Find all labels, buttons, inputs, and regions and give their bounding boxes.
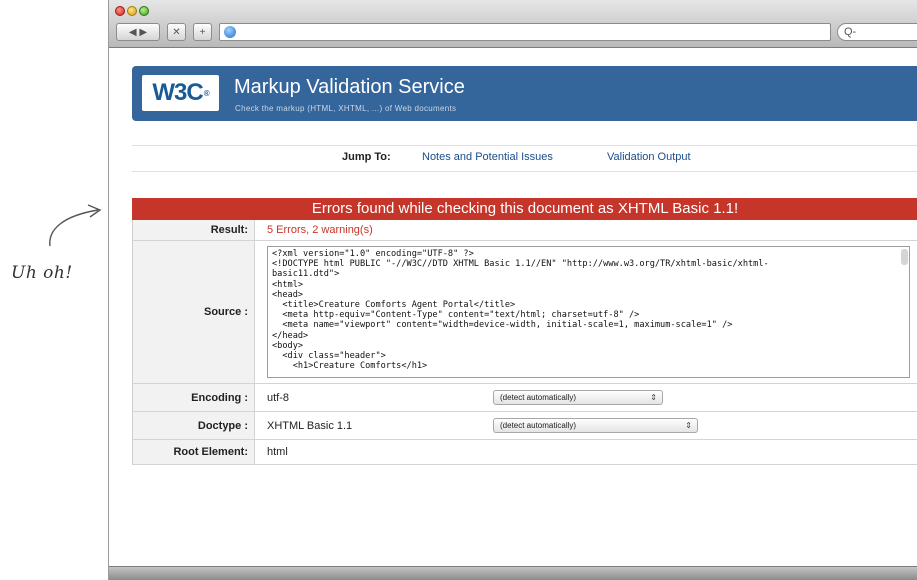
annotation-text: Uh oh! — [11, 263, 73, 283]
result-row: Result: 5 Errors, 2 warning(s) — [133, 220, 917, 241]
globe-icon — [224, 26, 236, 38]
doctype-label: Doctype : — [133, 412, 255, 439]
stop-button[interactable]: ✕ — [167, 23, 186, 41]
divider — [132, 145, 917, 146]
results-table: Result: 5 Errors, 2 warning(s) Source : … — [132, 220, 917, 465]
result-label: Result: — [133, 220, 255, 240]
divider — [132, 171, 917, 172]
zoom-window-button[interactable] — [139, 6, 149, 16]
service-subtitle: Check the markup (HTML, XHTML, ...) of W… — [235, 104, 457, 113]
minimize-window-button[interactable] — [127, 6, 137, 16]
encoding-value: utf-8 — [267, 392, 290, 404]
w3c-logo[interactable]: W3C ® — [142, 75, 219, 111]
source-code: <?xml version="1.0" encoding="UTF-8" ?> … — [272, 249, 769, 372]
service-title[interactable]: Markup Validation Service — [234, 76, 465, 99]
search-input[interactable]: Q- — [837, 23, 917, 41]
validator-header: W3C ® Markup Validation Service Check the… — [132, 66, 917, 121]
encoding-select-value: (detect automatically) — [500, 393, 577, 402]
error-banner: Errors found while checking this documen… — [132, 198, 917, 220]
result-value: 5 Errors, 2 warning(s) — [267, 224, 373, 236]
source-textarea[interactable]: <?xml version="1.0" encoding="UTF-8" ?> … — [267, 246, 910, 378]
browser-window: ◀ ▶ ✕ + Q- W3C ® Markup Validation Servic… — [108, 0, 917, 580]
jump-link-validation-output[interactable]: Validation Output — [607, 151, 691, 163]
annotation-arrow-icon — [49, 204, 102, 247]
address-bar[interactable] — [219, 23, 831, 41]
chevron-updown-icon: ⇕ — [685, 421, 692, 430]
encoding-select[interactable]: (detect automatically) ⇕ — [493, 390, 663, 405]
root-element-value: html — [267, 446, 288, 458]
encoding-row: Encoding : utf-8 (detect automatically) … — [133, 384, 917, 412]
chevron-updown-icon: ⇕ — [650, 393, 657, 402]
root-element-label: Root Element: — [133, 440, 255, 464]
close-window-button[interactable] — [115, 6, 125, 16]
source-row: Source : <?xml version="1.0" encoding="U… — [133, 241, 917, 384]
doctype-row: Doctype : XHTML Basic 1.1 (detect automa… — [133, 412, 917, 440]
doctype-value: XHTML Basic 1.1 — [267, 420, 353, 432]
doctype-select-value: (detect automatically) — [500, 421, 577, 430]
doctype-select[interactable]: (detect automatically) ⇕ — [493, 418, 698, 433]
w3c-logo-text: W3C — [152, 79, 203, 106]
status-bar — [109, 566, 917, 580]
source-scrollbar[interactable] — [901, 249, 908, 265]
add-bookmark-button[interactable]: + — [193, 23, 212, 41]
jump-link-notes[interactable]: Notes and Potential Issues — [422, 151, 553, 163]
encoding-label: Encoding : — [133, 384, 255, 411]
root-element-row: Root Element: html — [133, 440, 917, 465]
back-forward-button[interactable]: ◀ ▶ — [116, 23, 160, 41]
w3c-logo-mark: ® — [203, 88, 210, 98]
title-bar: ◀ ▶ ✕ + Q- — [109, 0, 917, 48]
source-label: Source : — [133, 241, 255, 383]
jump-to-label: Jump To: — [342, 151, 391, 163]
